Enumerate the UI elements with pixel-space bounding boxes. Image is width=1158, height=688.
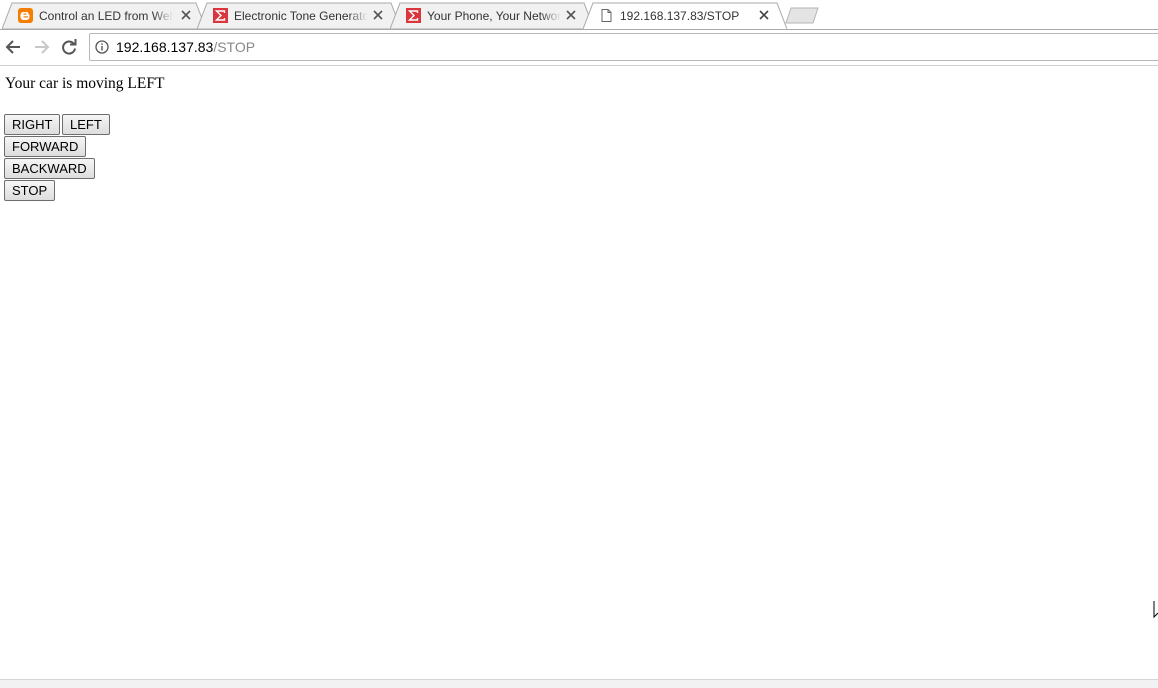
right-button[interactable]: RIGHT xyxy=(4,114,61,135)
tab-strip: Control an LED from Web Electronic Tone … xyxy=(0,0,1158,31)
sigma-icon xyxy=(406,8,421,23)
tab-title: 192.168.137.83/STOP xyxy=(620,9,740,23)
tab-title: Control an LED from Web xyxy=(39,9,173,23)
forward-button[interactable]: FORWARD xyxy=(4,136,87,157)
url-path: /STOP xyxy=(213,39,256,55)
close-icon[interactable] xyxy=(180,9,192,21)
close-icon[interactable] xyxy=(758,9,770,21)
reload-icon[interactable] xyxy=(59,37,79,57)
blogger-icon xyxy=(18,8,33,23)
close-icon[interactable] xyxy=(565,9,577,21)
tab-title: Electronic Tone Generator xyxy=(234,9,368,23)
url-text[interactable]: 192.168.137.83/STOP xyxy=(116,39,255,56)
tab-electronic-tone[interactable]: Electronic Tone Generator xyxy=(197,2,401,29)
sigma-icon xyxy=(213,8,228,23)
new-tab-button[interactable] xyxy=(785,7,819,24)
backward-button[interactable]: BACKWARD xyxy=(4,158,95,179)
tab-control-led[interactable]: Control an LED from Web xyxy=(2,2,206,29)
arrow-right-icon[interactable] xyxy=(31,37,51,57)
tab-your-phone[interactable]: Your Phone, Your Network xyxy=(390,2,594,29)
close-icon[interactable] xyxy=(372,9,384,21)
address-bar[interactable]: 192.168.137.83/STOP xyxy=(89,33,1158,61)
car-status-text: Your car is moving LEFT xyxy=(5,75,165,92)
page-icon xyxy=(601,9,612,22)
info-icon[interactable] xyxy=(95,40,109,54)
left-button[interactable]: LEFT xyxy=(62,114,110,135)
arrow-left-icon[interactable] xyxy=(4,37,24,57)
url-host: 192.168.137.83 xyxy=(116,39,214,55)
tab-stop-active[interactable]: 192.168.137.83/STOP xyxy=(583,2,787,29)
stop-button[interactable]: STOP xyxy=(4,180,56,201)
browser-toolbar: 192.168.137.83/STOP xyxy=(0,30,1158,66)
mouse-cursor-icon xyxy=(1153,601,1158,619)
page-content: Your car is moving LEFT RIGHT LEFT FORWA… xyxy=(0,66,1158,679)
tab-title: Your Phone, Your Network xyxy=(427,9,561,23)
